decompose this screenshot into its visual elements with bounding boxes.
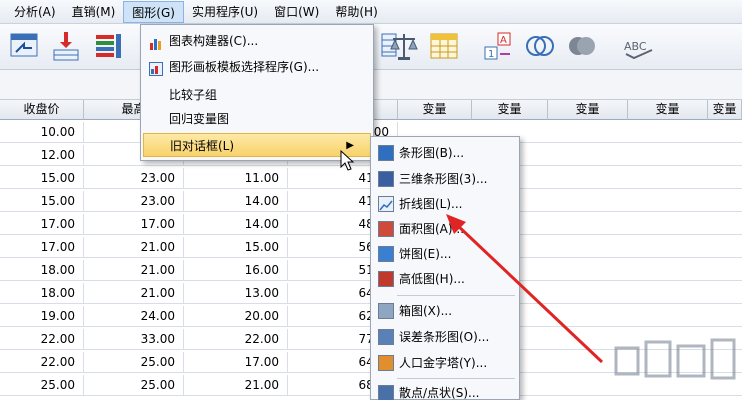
spell-check-icon[interactable]: ABC bbox=[620, 30, 660, 62]
table-cell[interactable]: 21.00 bbox=[84, 237, 184, 258]
error-bar-icon bbox=[378, 329, 394, 345]
menu-help[interactable]: 帮助(H) bbox=[327, 1, 385, 23]
insert-variable-icon[interactable] bbox=[92, 30, 124, 62]
menu-item-label: 图形画板模板选择程序(G)... bbox=[169, 60, 320, 74]
annotation-arrow-icon bbox=[440, 210, 610, 370]
menubar: 分析(A) 直销(M) 图形(G) 实用程序(U) 窗口(W) 帮助(H) bbox=[0, 0, 742, 24]
table-cell[interactable]: 18.00 bbox=[0, 283, 84, 304]
column-header[interactable]: 变量 bbox=[628, 100, 708, 120]
table-cell[interactable]: 21.00 bbox=[84, 260, 184, 281]
column-header[interactable]: 变量 bbox=[472, 100, 548, 120]
table-cell[interactable]: 17.00 bbox=[0, 237, 84, 258]
table-cell[interactable]: 22.00 bbox=[184, 329, 288, 350]
menu-item-chart-builder[interactable]: 图表构建器(C)... bbox=[143, 29, 371, 53]
table-cell[interactable]: 25.00 bbox=[0, 375, 84, 396]
table-cell[interactable]: 15.00 bbox=[0, 191, 84, 212]
value-labels-icon[interactable]: A1 bbox=[482, 30, 514, 62]
table-cell[interactable]: 23.00 bbox=[84, 191, 184, 212]
menu-item-label: 散点/点状(S)... bbox=[399, 386, 480, 400]
submenu-item-bar[interactable]: 条形图(B)... bbox=[373, 141, 517, 165]
table-cell[interactable]: 16.00 bbox=[184, 260, 288, 281]
menu-direct-marketing[interactable]: 直销(M) bbox=[64, 1, 124, 23]
menu-separator bbox=[397, 378, 515, 379]
graphs-dropdown-menu: 图表构建器(C)... 图形画板模板选择程序(G)... 比较子组 回归变量图 … bbox=[140, 24, 374, 161]
table-cell[interactable]: 17.00 bbox=[184, 352, 288, 373]
weight-cases-icon[interactable] bbox=[388, 30, 420, 62]
bar-chart-icon bbox=[149, 34, 163, 50]
menu-item-legacy-dialogs[interactable]: 旧对话框(L) ▶ bbox=[143, 133, 371, 157]
menu-utilities[interactable]: 实用程序(U) bbox=[184, 1, 266, 23]
table-cell[interactable]: 13.00 bbox=[184, 283, 288, 304]
high-low-chart-icon bbox=[378, 271, 394, 287]
use-sets-icon[interactable] bbox=[524, 30, 556, 62]
table-cell[interactable]: 11.00 bbox=[184, 168, 288, 189]
column-header[interactable]: 收盘价 bbox=[0, 100, 84, 120]
template-icon bbox=[149, 60, 163, 76]
table-cell[interactable]: 17.00 bbox=[0, 214, 84, 235]
table-cell[interactable]: 12.00 bbox=[0, 145, 84, 166]
menu-item-label: 折线图(L)... bbox=[399, 197, 463, 211]
menu-item-label: 比较子组 bbox=[169, 88, 218, 102]
menu-window[interactable]: 窗口(W) bbox=[266, 1, 327, 23]
column-header[interactable]: 变量 bbox=[708, 100, 742, 120]
table-cell[interactable]: 22.00 bbox=[0, 352, 84, 373]
scatter-plot-icon bbox=[378, 385, 394, 400]
bar-chart-icon bbox=[378, 145, 394, 161]
table-cell[interactable]: 14.00 bbox=[184, 191, 288, 212]
table-cell[interactable]: 23.00 bbox=[84, 168, 184, 189]
boxplot-icon bbox=[378, 303, 394, 319]
insert-case-icon[interactable] bbox=[50, 30, 82, 62]
watermark-logo bbox=[612, 330, 740, 396]
menu-item-label: 三维条形图(3)... bbox=[399, 172, 488, 186]
table-cell[interactable]: 10.00 bbox=[0, 122, 84, 143]
svg-text:1: 1 bbox=[488, 49, 494, 60]
line-chart-icon bbox=[378, 196, 394, 212]
svg-text:ABC: ABC bbox=[624, 40, 647, 53]
menu-graphs[interactable]: 图形(G) bbox=[123, 0, 184, 23]
3d-bar-chart-icon bbox=[378, 171, 394, 187]
column-header[interactable]: 变量 bbox=[398, 100, 472, 120]
submenu-item-scatter[interactable]: 散点/点状(S)... bbox=[373, 381, 517, 400]
table-cell[interactable]: 20.00 bbox=[184, 306, 288, 327]
population-pyramid-icon bbox=[378, 355, 394, 371]
svg-text:A: A bbox=[500, 35, 507, 46]
menu-analyze[interactable]: 分析(A) bbox=[6, 1, 64, 23]
menu-item-regression-plots[interactable]: 回归变量图 bbox=[143, 107, 371, 131]
menu-item-compare-subgroups[interactable]: 比较子组 bbox=[143, 83, 371, 107]
menu-item-template-chooser[interactable]: 图形画板模板选择程序(G)... bbox=[143, 55, 371, 79]
area-chart-icon bbox=[378, 221, 394, 237]
table-cell[interactable]: 25.00 bbox=[84, 375, 184, 396]
table-cell[interactable]: 18.00 bbox=[0, 260, 84, 281]
mouse-cursor-icon bbox=[340, 149, 356, 172]
table-cell[interactable]: 17.00 bbox=[84, 214, 184, 235]
goto-case-icon[interactable] bbox=[8, 30, 40, 62]
menu-item-label: 图表构建器(C)... bbox=[169, 34, 259, 48]
table-cell[interactable]: 24.00 bbox=[84, 306, 184, 327]
menu-item-label: 回归变量图 bbox=[169, 112, 230, 126]
table-cell[interactable]: 22.00 bbox=[0, 329, 84, 350]
menu-item-label: 条形图(B)... bbox=[399, 146, 465, 160]
show-all-variables-icon[interactable] bbox=[566, 30, 598, 62]
table-cell[interactable]: 15.00 bbox=[0, 168, 84, 189]
table-cell[interactable]: 33.00 bbox=[84, 329, 184, 350]
select-cases-icon[interactable] bbox=[428, 30, 460, 62]
submenu-item-3d-bar[interactable]: 三维条形图(3)... bbox=[373, 167, 517, 191]
table-cell[interactable]: 14.00 bbox=[184, 214, 288, 235]
table-cell[interactable]: 25.00 bbox=[84, 352, 184, 373]
table-cell[interactable]: 21.00 bbox=[84, 283, 184, 304]
table-cell[interactable]: 19.00 bbox=[0, 306, 84, 327]
pie-chart-icon bbox=[378, 246, 394, 262]
table-cell[interactable]: 15.00 bbox=[184, 237, 288, 258]
table-cell[interactable]: 21.00 bbox=[184, 375, 288, 396]
column-header[interactable]: 变量 bbox=[548, 100, 628, 120]
menu-item-label: 旧对话框(L) bbox=[170, 139, 235, 153]
